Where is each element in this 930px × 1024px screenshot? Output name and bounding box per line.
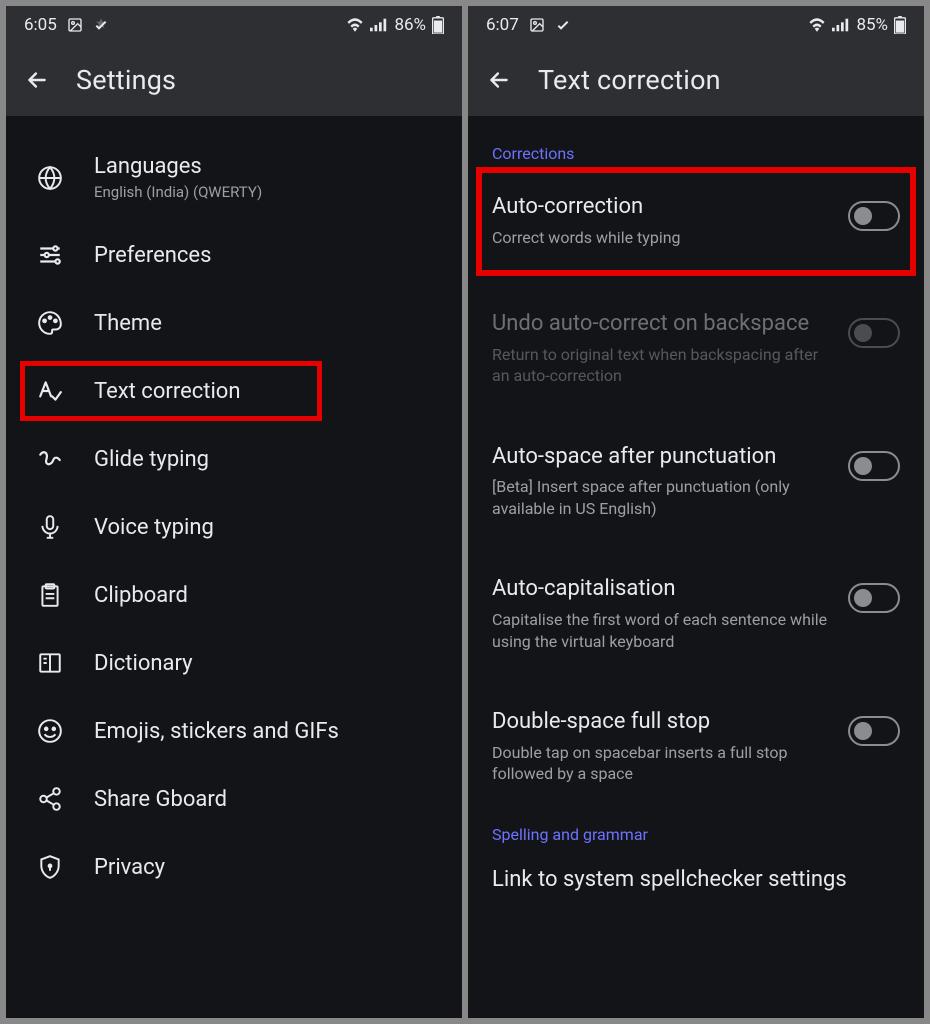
settings-item-dictionary[interactable]: Dictionary [6, 629, 462, 697]
settings-item-voice-typing[interactable]: Voice typing [6, 493, 462, 561]
item-title: Emojis, stickers and GIFs [94, 719, 339, 744]
item-title: Share Gboard [94, 787, 227, 812]
item-subtitle: English (India) (QWERTY) [94, 183, 262, 201]
app-bar: Text correction [468, 44, 924, 116]
toggle-undo-autocorrect [848, 318, 900, 348]
page-title: Text correction [538, 64, 721, 96]
item-subtitle: [Beta] Insert space after punctuation (o… [492, 476, 832, 519]
item-subtitle: Double tap on spacebar inserts a full st… [492, 742, 832, 785]
item-title: Link to system spellchecker settings [492, 866, 900, 894]
item-title: Privacy [94, 855, 165, 880]
picture-icon [67, 17, 83, 33]
back-arrow-icon[interactable] [24, 67, 50, 93]
check-icon [555, 17, 571, 33]
sliders-icon [36, 241, 64, 269]
page-title: Settings [76, 64, 176, 96]
item-title: Auto-correction [492, 193, 832, 221]
status-time: 6:07 [486, 15, 519, 35]
item-auto-correction[interactable]: Auto-correction Correct words while typi… [468, 171, 924, 270]
signal-icon [370, 18, 388, 32]
battery-percent: 86% [394, 15, 426, 35]
toggle-double-space[interactable] [848, 716, 900, 746]
item-subtitle: Correct words while typing [492, 227, 832, 249]
item-subtitle: Capitalise the first word of each senten… [492, 609, 832, 652]
battery-icon [432, 16, 444, 34]
back-arrow-icon[interactable] [486, 67, 512, 93]
wifi-icon [808, 18, 826, 32]
item-auto-cap[interactable]: Auto-capitalisation Capitalise the first… [468, 561, 924, 666]
settings-item-languages[interactable]: Languages English (India) (QWERTY) [6, 134, 462, 221]
book-icon [36, 649, 64, 677]
battery-icon [894, 16, 906, 34]
settings-item-clipboard[interactable]: Clipboard [6, 561, 462, 629]
item-title: Voice typing [94, 515, 214, 540]
item-title: Languages [94, 154, 262, 179]
settings-item-preferences[interactable]: Preferences [6, 221, 462, 289]
text-correction-screen: 6:07 85% Text correction Corrections Aut… [468, 6, 924, 1018]
battery-percent: 85% [856, 15, 888, 35]
clipboard-icon [36, 581, 64, 609]
item-auto-space[interactable]: Auto-space after punctuation [Beta] Inse… [468, 429, 924, 534]
item-title: Dictionary [94, 651, 193, 676]
share-icon [36, 785, 64, 813]
item-spellchecker-link[interactable]: Link to system spellchecker settings [468, 852, 924, 900]
emoji-icon [36, 717, 64, 745]
item-title: Auto-capitalisation [492, 575, 832, 603]
item-undo-autocorrect: Undo auto-correct on backspace Return to… [468, 296, 924, 401]
signal-icon [832, 18, 850, 32]
settings-item-emojis[interactable]: Emojis, stickers and GIFs [6, 697, 462, 765]
status-bar: 6:07 85% [468, 6, 924, 44]
status-bar: 6:05 86% [6, 6, 462, 44]
toggle-auto-correction[interactable] [848, 201, 900, 231]
text-check-icon [36, 377, 64, 405]
globe-icon [36, 164, 64, 192]
palette-icon [36, 309, 64, 337]
item-title: Clipboard [94, 583, 188, 608]
settings-item-theme[interactable]: Theme [6, 289, 462, 357]
item-title: Double-space full stop [492, 708, 832, 736]
section-corrections: Corrections [468, 134, 924, 171]
settings-item-privacy[interactable]: Privacy [6, 833, 462, 901]
mic-icon [36, 513, 64, 541]
settings-item-glide-typing[interactable]: Glide typing [6, 425, 462, 493]
toggle-auto-cap[interactable] [848, 583, 900, 613]
shield-icon [36, 853, 64, 881]
item-title: Theme [94, 311, 162, 336]
item-double-space[interactable]: Double-space full stop Double tap on spa… [468, 694, 924, 799]
item-title: Undo auto-correct on backspace [492, 310, 832, 338]
section-spelling: Spelling and grammar [468, 815, 924, 852]
item-title: Auto-space after punctuation [492, 443, 832, 471]
settings-screen: 6:05 86% Settings Languages English (Ind… [6, 6, 462, 1018]
wifi-icon [346, 18, 364, 32]
item-title: Glide typing [94, 447, 209, 472]
settings-list: Languages English (India) (QWERTY) Prefe… [6, 116, 462, 1018]
item-subtitle: Return to original text when backspacing… [492, 344, 832, 387]
item-title: Text correction [94, 379, 241, 404]
item-title: Preferences [94, 243, 211, 268]
app-bar: Settings [6, 44, 462, 116]
gesture-icon [36, 445, 64, 473]
text-correction-list: Corrections Auto-correction Correct word… [468, 116, 924, 1018]
check-icon [93, 17, 109, 33]
toggle-auto-space[interactable] [848, 451, 900, 481]
settings-item-text-correction[interactable]: Text correction [6, 357, 462, 425]
picture-icon [529, 17, 545, 33]
status-time: 6:05 [24, 15, 57, 35]
settings-item-share[interactable]: Share Gboard [6, 765, 462, 833]
